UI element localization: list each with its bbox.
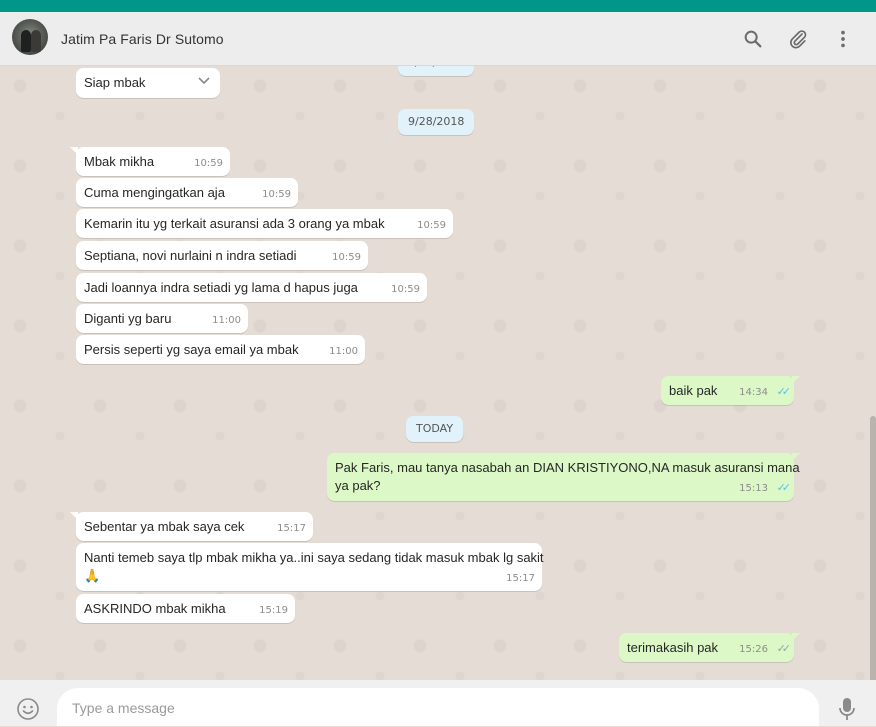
message-time: 15:17	[277, 523, 306, 534]
message-text: ASKRINDO mbak mikha	[84, 601, 226, 616]
message-incoming[interactable]: Mbak mikha 10:59	[70, 147, 230, 176]
message-text: terimakasih pak	[627, 640, 719, 655]
message-incoming[interactable]: Persis seperti yg saya email ya mbak 11:…	[76, 335, 365, 364]
message-time: 14:34	[739, 387, 768, 398]
message-outgoing[interactable]: Pak Faris, mau tanya nasabah an DIAN KRI…	[327, 453, 800, 501]
message-text-line2: ya pak?	[335, 478, 381, 493]
message-text: Mbak mikha	[84, 154, 155, 169]
date-separator: 9/28/2018	[398, 109, 475, 135]
date-separator: TODAY	[406, 416, 464, 442]
message-time: 11:00	[329, 346, 358, 357]
message-time: 11:00	[212, 315, 241, 326]
message-time: 10:59	[332, 252, 361, 263]
message-time: 15:26	[739, 644, 768, 655]
composer-bar	[0, 680, 876, 727]
scrollbar[interactable]	[870, 416, 876, 680]
message-time: 15:17	[506, 573, 535, 584]
message-incoming[interactable]: Diganti yg baru 11:00	[76, 304, 248, 333]
message-text: Kemarin itu yg terkait asuransi ada 3 or…	[84, 216, 385, 231]
message-time: 10:59	[262, 189, 291, 200]
message-outgoing[interactable]: terimakasih pak 15:26 ✓✓	[619, 633, 800, 662]
message-text: Sebentar ya mbak saya cek	[84, 519, 245, 534]
emoji-icon[interactable]	[16, 697, 40, 721]
message-text: baik pak	[669, 383, 718, 398]
message-incoming[interactable]: Septiana, novi nurlaini n indra setiadi …	[76, 241, 368, 270]
conversation-pane[interactable]: 9/20/2018 Siap mbak 9/28/2018 Mbak mikha…	[0, 66, 876, 680]
message-input-container	[57, 688, 819, 727]
message-time: 15:13	[739, 483, 768, 494]
message-text: Diganti yg baru	[84, 311, 172, 326]
app-accent-bar	[0, 0, 876, 12]
message-text: Septiana, novi nurlaini n indra setiadi	[84, 248, 297, 263]
delivered-receipt-icon: ✓✓	[776, 643, 792, 655]
message-text: Nanti temeb saya tlp mbak mikha ya..ini …	[84, 550, 544, 565]
message-time: 10:59	[194, 158, 223, 169]
message-text: Cuma mengingatkan aja	[84, 185, 225, 200]
message-text: Pak Faris, mau tanya nasabah an DIAN KRI…	[335, 460, 800, 475]
message-incoming[interactable]: Nanti temeb saya tlp mbak mikha ya..ini …	[76, 543, 544, 591]
message-text: Siap mbak	[84, 75, 146, 90]
message-incoming[interactable]: Jadi loannya indra setiadi yg lama d hap…	[76, 273, 427, 302]
chevron-down-icon[interactable]	[198, 77, 210, 85]
message-input[interactable]	[70, 689, 794, 727]
attach-icon[interactable]	[787, 28, 809, 50]
search-icon[interactable]	[742, 28, 764, 50]
read-receipt-icon: ✓✓	[776, 482, 792, 494]
message-incoming[interactable]: Kemarin itu yg terkait asuransi ada 3 or…	[76, 209, 453, 238]
contact-avatar[interactable]	[12, 19, 48, 55]
message-text: Persis seperti yg saya email ya mbak	[84, 342, 299, 357]
message-text: Jadi loannya indra setiadi yg lama d hap…	[84, 280, 358, 295]
contact-name[interactable]: Jatim Pa Faris Dr Sutomo	[61, 31, 224, 47]
message-time: 10:59	[391, 284, 420, 295]
message-time: 15:19	[259, 605, 288, 616]
message-incoming[interactable]: Cuma mengingatkan aja 10:59	[76, 178, 298, 207]
chat-header: Jatim Pa Faris Dr Sutomo	[0, 12, 876, 66]
message-outgoing[interactable]: baik pak 14:34 ✓✓	[661, 376, 800, 405]
message-time: 10:59	[417, 220, 446, 231]
message-incoming[interactable]: Sebentar ya mbak saya cek 15:17	[70, 512, 313, 541]
date-separator: 9/20/2018	[398, 66, 475, 76]
message-incoming[interactable]: ASKRINDO mbak mikha 15:19	[76, 594, 295, 623]
pray-emoji: 🙏	[84, 568, 101, 583]
menu-icon[interactable]	[832, 28, 854, 50]
microphone-icon[interactable]	[836, 696, 858, 722]
read-receipt-icon: ✓✓	[776, 386, 792, 398]
message-incoming[interactable]: Siap mbak	[76, 68, 220, 98]
